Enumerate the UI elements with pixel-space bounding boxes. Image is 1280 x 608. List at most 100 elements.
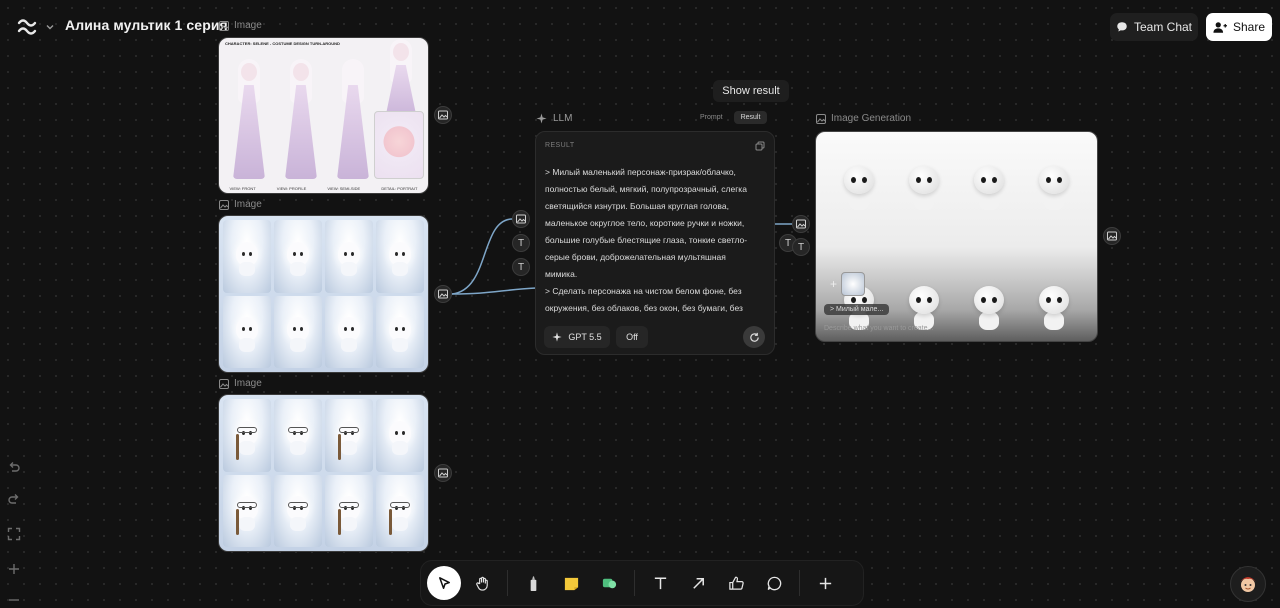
- ghost-cell: [274, 399, 322, 472]
- result-line: полностью белый, мягкий, полупрозрачный,…: [545, 184, 747, 194]
- result-text[interactable]: > Милый маленький персонаж-призрак/облач…: [545, 164, 769, 314]
- regenerate-button[interactable]: [743, 326, 765, 348]
- gen-image-input-port[interactable]: [792, 215, 810, 233]
- ghost-cell: [274, 220, 322, 293]
- copy-icon[interactable]: [755, 141, 765, 151]
- sheet-header: CHARACTER: SELENE - COSTUME DESIGN TURN-…: [225, 41, 340, 46]
- shapes-icon[interactable]: [592, 566, 626, 600]
- select-pointer-icon[interactable]: [427, 566, 461, 600]
- image-icon: [438, 468, 448, 478]
- gen-text-input-port[interactable]: T: [792, 238, 810, 256]
- result-line: светящийся изнутри. Большая круглая голо…: [545, 201, 729, 211]
- image-icon: [219, 20, 229, 31]
- image-node-label: Image: [219, 20, 262, 31]
- llm-text-input-port[interactable]: T: [512, 258, 530, 276]
- character-figure: [283, 59, 319, 179]
- marker-icon[interactable]: [516, 566, 550, 600]
- result-label: RESULT: [545, 142, 575, 149]
- sticky-note-icon[interactable]: [554, 566, 588, 600]
- result-line: мимика.: [545, 269, 578, 279]
- llm-tabs: Prompt Result: [693, 111, 768, 124]
- hand-icon[interactable]: [465, 566, 499, 600]
- ghost-cell: [223, 220, 271, 293]
- result-line: маленькое округлое тело, короткие ручки …: [545, 218, 745, 228]
- prompt-input[interactable]: Describe what you want to create...: [824, 325, 933, 332]
- image-generation-node-label: Image Generation: [816, 113, 911, 124]
- bottom-toolbar: [420, 560, 864, 606]
- character-figure: [231, 59, 267, 179]
- image-node-label: Image: [219, 378, 262, 389]
- user-avatar[interactable]: [1230, 566, 1266, 602]
- ghost-cell: [223, 474, 271, 547]
- toggle-off-button[interactable]: Off: [616, 326, 648, 348]
- add-icon[interactable]: [808, 566, 842, 600]
- arrow-icon[interactable]: [681, 566, 715, 600]
- ghost-cell: [376, 474, 424, 547]
- generated-character: [1022, 156, 1087, 216]
- image-icon: [816, 113, 826, 124]
- image-output-port[interactable]: [434, 285, 452, 303]
- image-icon: [516, 214, 526, 224]
- undo-icon[interactable]: [4, 457, 24, 477]
- image-icon: [438, 110, 448, 120]
- image-output-port[interactable]: [434, 106, 452, 124]
- image-node-label: Image: [219, 199, 262, 210]
- ghost-cell: [223, 399, 271, 472]
- image-generation-card[interactable]: + > Милый мале... Describe what you want…: [815, 131, 1098, 342]
- ghost-cell: [274, 295, 322, 368]
- llm-node-card[interactable]: RESULT > Милый маленький персонаж-призра…: [535, 131, 775, 355]
- character-figure: [335, 59, 371, 179]
- add-reference-icon[interactable]: +: [830, 277, 837, 291]
- image-icon: [438, 289, 448, 299]
- text-tool-icon[interactable]: [643, 566, 677, 600]
- zoom-out-icon[interactable]: [4, 590, 24, 608]
- generated-character: [957, 156, 1022, 216]
- ghost-cell: [325, 295, 373, 368]
- ghost-cell: [325, 399, 373, 472]
- llm-text-input-port[interactable]: T: [512, 234, 530, 252]
- result-line: окружения, без облаков, без окон, без бу…: [545, 303, 743, 313]
- result-line: серые брови, доброжелательная мультяшная: [545, 252, 726, 262]
- show-result-tooltip: Show result: [713, 80, 789, 102]
- image-node-ghost-grid[interactable]: [218, 215, 429, 373]
- connector-line: [451, 218, 513, 295]
- generated-character: [891, 156, 956, 216]
- reference-thumbnail[interactable]: [841, 272, 866, 296]
- reference-thumbnails: +: [830, 272, 866, 296]
- image-icon: [219, 378, 229, 389]
- ghost-cell: [376, 295, 424, 368]
- image-icon: [796, 219, 806, 229]
- tab-result[interactable]: Result: [733, 111, 768, 124]
- zoom-in-icon[interactable]: [4, 559, 24, 579]
- prompt-chip[interactable]: > Милый мале...: [824, 304, 890, 315]
- refresh-icon: [749, 332, 759, 342]
- tab-prompt[interactable]: Prompt: [693, 111, 730, 124]
- image-output-port[interactable]: [1103, 227, 1121, 245]
- toolbar-divider: [507, 570, 508, 596]
- image-icon: [219, 199, 229, 210]
- result-line: большие голубые блестящие глаза, тонкие …: [545, 235, 748, 245]
- sparkle-icon: [552, 332, 562, 342]
- character-portrait: [374, 111, 424, 179]
- ghost-cell: [223, 295, 271, 368]
- ghost-cell: [376, 220, 424, 293]
- image-icon: [1107, 231, 1117, 241]
- result-line: > Милый маленький персонаж-призрак/облач…: [545, 167, 736, 177]
- redo-icon[interactable]: [4, 489, 24, 509]
- result-line: > Сделать персонажа на чистом белом фоне…: [545, 286, 742, 296]
- image-node-elder-ghost-grid[interactable]: [218, 394, 429, 552]
- ghost-cell: [325, 220, 373, 293]
- sheet-footer: VIEW: FRONT VIEW: PROFILE VIEW: SEMI-SID…: [229, 186, 418, 191]
- toolbar-divider: [799, 570, 800, 596]
- ghost-cell: [376, 399, 424, 472]
- thumbs-up-icon[interactable]: [719, 566, 753, 600]
- comment-icon[interactable]: [757, 566, 791, 600]
- fit-to-screen-icon[interactable]: [4, 524, 24, 544]
- ghost-cell: [274, 474, 322, 547]
- model-select-button[interactable]: GPT 5.5: [544, 326, 610, 348]
- toolbar-divider: [634, 570, 635, 596]
- sparkle-icon: [536, 113, 547, 124]
- image-output-port[interactable]: [434, 464, 452, 482]
- llm-image-input-port[interactable]: [512, 210, 530, 228]
- image-node-reference-sheet[interactable]: CHARACTER: SELENE - COSTUME DESIGN TURN-…: [218, 37, 429, 194]
